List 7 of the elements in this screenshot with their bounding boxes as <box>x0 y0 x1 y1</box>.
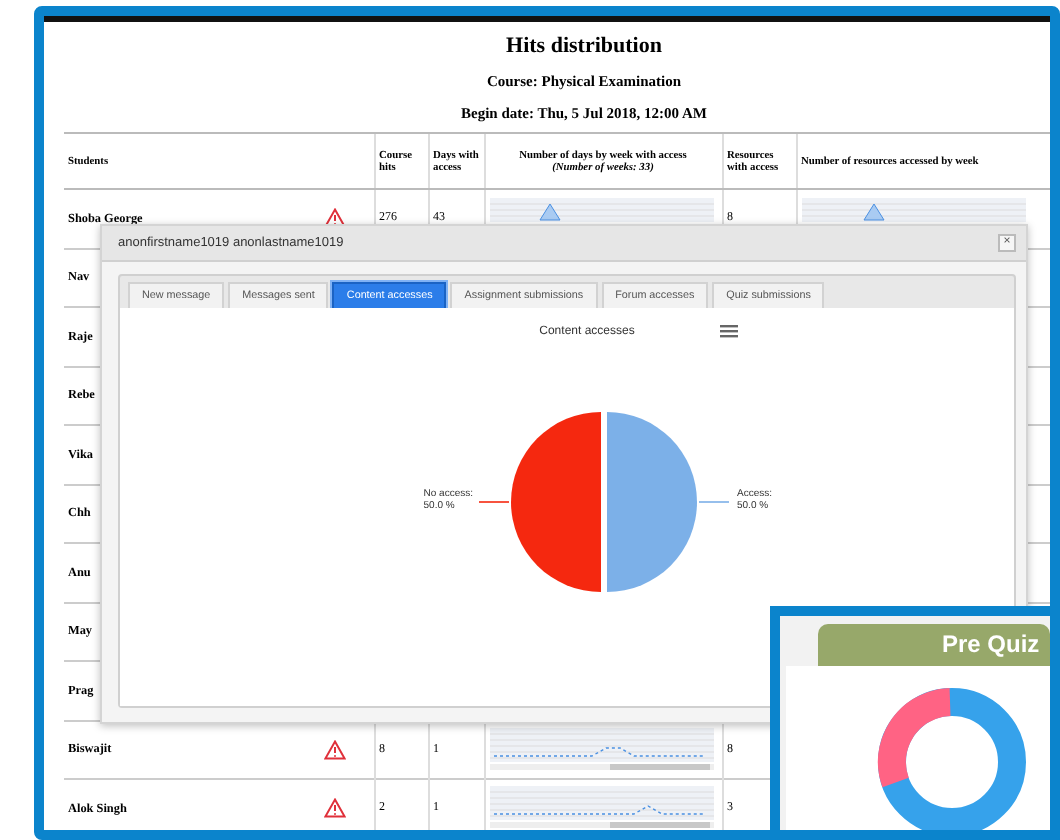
report-title: Hits distribution <box>504 34 664 58</box>
panel-title: Pre Quiz <box>818 624 1050 666</box>
leader-line <box>478 501 510 503</box>
menu-icon[interactable] <box>720 324 738 338</box>
pie-slice[interactable] <box>607 412 697 592</box>
pie-slice[interactable] <box>511 412 601 592</box>
leader-line <box>698 501 730 503</box>
